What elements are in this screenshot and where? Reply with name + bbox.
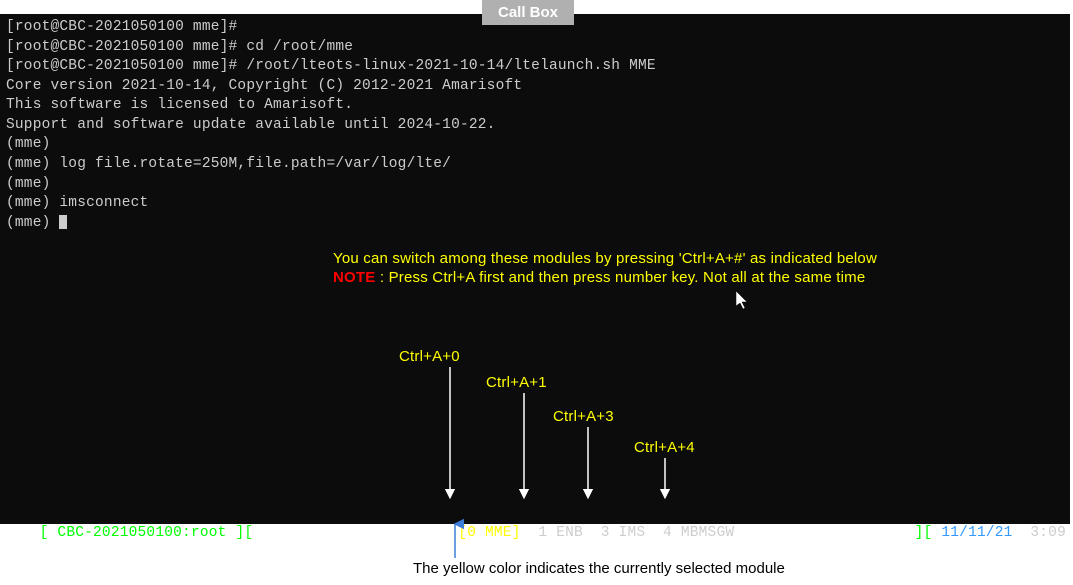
status-date: 11/11/21: [941, 525, 1012, 541]
annotation-note: NOTE : Press Ctrl+A first and then press…: [333, 268, 865, 288]
bottom-caption: The yellow color indicates the currently…: [413, 560, 785, 577]
terminal-line: [root@CBC-2021050100 mme]# /root/lteots-…: [6, 57, 1064, 77]
terminal-prompt-line[interactable]: (mme): [6, 214, 1064, 234]
terminal-window[interactable]: [root@CBC-2021050100 mme]# [root@CBC-202…: [0, 14, 1070, 524]
status-module-selected-name[interactable]: MME: [485, 525, 512, 541]
status-module-selected[interactable]: 0: [467, 525, 485, 541]
call-box-badge: Call Box: [482, 0, 574, 25]
status-bracket: ][: [915, 525, 942, 541]
status-bar: [ CBC-2021050100:root ][[0 MME] 1 ENB 3 …: [0, 505, 1070, 524]
terminal-line: (mme) imsconnect: [6, 194, 1064, 214]
status-host: CBC-2021050100:root: [57, 525, 226, 541]
status-module-enb[interactable]: 1 ENB: [521, 525, 583, 541]
status-bracket: [: [40, 525, 58, 541]
blue-arrow-icon: [445, 518, 465, 560]
cursor-icon: [59, 215, 67, 229]
annotation-switch: You can switch among these modules by pr…: [333, 249, 877, 269]
status-module-mbmsgw[interactable]: 4 MBMSGW: [645, 525, 734, 541]
shortcut-label-3: Ctrl+A+3: [553, 407, 614, 427]
terminal-line: [root@CBC-2021050100 mme]# cd /root/mme: [6, 38, 1064, 58]
terminal-line: (mme): [6, 175, 1064, 195]
shortcut-label-1: Ctrl+A+1: [486, 373, 547, 393]
shortcut-label-0: Ctrl+A+0: [399, 347, 460, 367]
terminal-line: This software is licensed to Amarisoft.: [6, 96, 1064, 116]
shortcut-label-4: Ctrl+A+4: [634, 438, 695, 458]
terminal-line: (mme) log file.rotate=250M,file.path=/va…: [6, 155, 1064, 175]
status-module-selected-bracket: ]: [512, 525, 521, 541]
mouse-pointer-icon: [736, 291, 752, 319]
terminal-line: (mme): [6, 135, 1064, 155]
status-module-ims[interactable]: 3 IMS: [583, 525, 645, 541]
status-bracket: ][: [227, 525, 254, 541]
terminal-line: Support and software update available un…: [6, 116, 1064, 136]
status-time: 3:09: [1013, 525, 1066, 541]
terminal-line: Core version 2021-10-14, Copyright (C) 2…: [6, 77, 1064, 97]
